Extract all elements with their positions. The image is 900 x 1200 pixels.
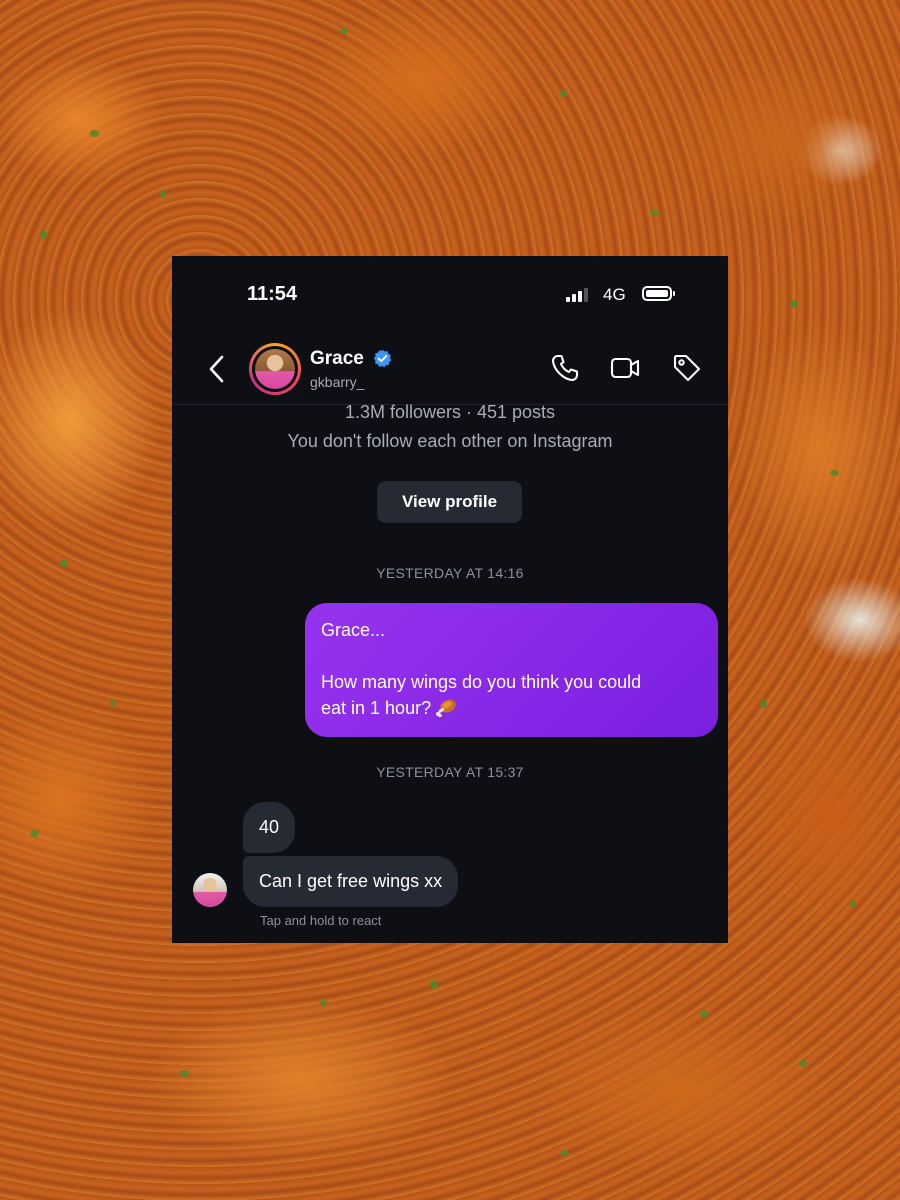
follow-relation-text: You don't follow each other on Instagram (287, 431, 613, 451)
profile-stats: 1.3M followers · 451 posts (344, 402, 556, 422)
sender-avatar[interactable] (193, 873, 227, 907)
tag-icon[interactable] (671, 352, 703, 384)
phone-call-icon[interactable] (549, 352, 581, 384)
react-hint: Tap and hold to react (260, 913, 382, 928)
contact-name[interactable]: Grace (310, 348, 364, 370)
received-message-bubble[interactable]: 40 (243, 802, 296, 853)
signal-bars-icon (566, 288, 594, 302)
chat-header: Grace gkbarry_ (172, 336, 728, 405)
herb-speck (60, 560, 68, 567)
herb-speck (320, 1000, 327, 1006)
battery-icon (642, 286, 675, 301)
herb-speck (30, 830, 39, 837)
back-chevron-icon (209, 355, 224, 383)
herb-speck (110, 700, 116, 706)
video-call-icon[interactable] (609, 352, 641, 384)
received-message-bubble[interactable]: Can I get free wings xx (243, 856, 459, 907)
herb-speck (430, 980, 438, 989)
sent-message-line: How many wings do you think you could (321, 672, 642, 692)
herb-speck (340, 28, 348, 34)
herb-speck (40, 230, 47, 239)
verified-badge-icon (373, 349, 392, 368)
herb-speck (700, 1010, 708, 1018)
instagram-dm-screen: 11:54 4G Grace gkbarry_ 1.3M followers ·… (172, 256, 728, 943)
herb-speck (560, 1150, 569, 1156)
message-timestamp: YESTERDAY AT 15:37 (376, 764, 524, 780)
status-time: 11:54 (247, 283, 298, 305)
message-timestamp: YESTERDAY AT 14:16 (376, 565, 524, 581)
herb-speck (650, 210, 659, 216)
herb-speck (160, 190, 166, 198)
sent-message-bubble[interactable]: Grace... How many wings do you think you… (305, 603, 718, 737)
sent-message-line: eat in 1 hour? (321, 698, 432, 718)
drumstick-emoji-icon (436, 699, 456, 717)
herb-speck (790, 300, 798, 308)
herb-speck (760, 700, 767, 708)
herb-speck (830, 470, 839, 476)
status-bar: 11:54 4G (172, 256, 728, 336)
avatar[interactable] (249, 343, 301, 395)
view-profile-button[interactable]: View profile (377, 481, 522, 523)
herb-speck (800, 1060, 807, 1067)
herb-speck (180, 1070, 189, 1077)
herb-speck (850, 900, 856, 908)
herb-speck (560, 90, 567, 97)
contact-username: gkbarry_ (310, 374, 365, 390)
sent-message-line: Grace... (321, 620, 386, 640)
herb-speck (90, 130, 99, 137)
back-button[interactable] (202, 352, 232, 386)
network-type: 4G (603, 285, 626, 304)
